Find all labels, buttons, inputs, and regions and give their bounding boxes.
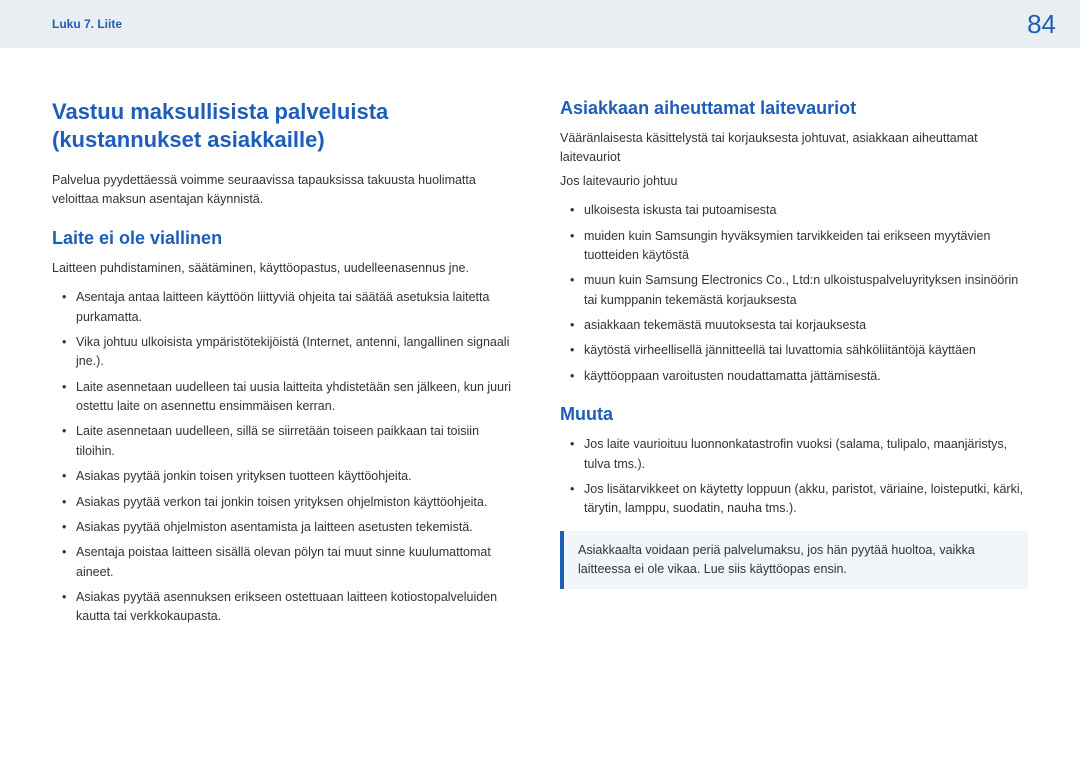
note-callout: Asiakkaalta voidaan periä palvelumaksu, … [560,531,1028,590]
section1-list: Asentaja antaa laitteen käyttöön liittyv… [52,288,520,627]
page-header: Luku 7. Liite 84 [0,0,1080,48]
list-item: Jos lisätarvikkeet on käytetty loppuun (… [574,480,1028,519]
section2-list: ulkoisesta iskusta tai putoamisesta muid… [560,201,1028,386]
section3-list: Jos laite vaurioituu luonnonkatastrofin … [560,435,1028,519]
list-item: Asentaja antaa laitteen käyttöön liittyv… [66,288,520,327]
chapter-label: Luku 7. Liite [52,17,122,31]
right-column: Asiakkaan aiheuttamat laitevauriot Väärä… [560,98,1028,633]
section1-intro: Laitteen puhdistaminen, säätäminen, käyt… [52,259,520,278]
section2-intro1: Vääränlaisesta käsittelystä tai korjauks… [560,129,1028,168]
page-content: Vastuu maksullisista palveluista (kustan… [0,48,1080,633]
intro-text: Palvelua pyydettäessä voimme seuraavissa… [52,171,520,210]
list-item: Asiakas pyytää jonkin toisen yrityksen t… [66,467,520,486]
list-item: ulkoisesta iskusta tai putoamisesta [574,201,1028,220]
section2-intro2: Jos laitevaurio johtuu [560,172,1028,191]
page-number: 84 [1027,9,1056,40]
main-heading: Vastuu maksullisista palveluista (kustan… [52,98,520,153]
list-item: Laite asennetaan uudelleen, sillä se sii… [66,422,520,461]
list-item: Laite asennetaan uudelleen tai uusia lai… [66,378,520,417]
list-item: Asiakas pyytää verkon tai jonkin toisen … [66,493,520,512]
list-item: Jos laite vaurioituu luonnonkatastrofin … [574,435,1028,474]
section2-heading: Asiakkaan aiheuttamat laitevauriot [560,98,1028,119]
section3-heading: Muuta [560,404,1028,425]
list-item: muun kuin Samsung Electronics Co., Ltd:n… [574,271,1028,310]
list-item: Asentaja poistaa laitteen sisällä olevan… [66,543,520,582]
list-item: Vika johtuu ulkoisista ympäristötekijöis… [66,333,520,372]
list-item: muiden kuin Samsungin hyväksymien tarvik… [574,227,1028,266]
list-item: Asiakas pyytää ohjelmiston asentamista j… [66,518,520,537]
section1-heading: Laite ei ole viallinen [52,228,520,249]
left-column: Vastuu maksullisista palveluista (kustan… [52,98,520,633]
list-item: Asiakas pyytää asennuksen erikseen ostet… [66,588,520,627]
list-item: käytöstä virheellisellä jännitteellä tai… [574,341,1028,360]
list-item: asiakkaan tekemästä muutoksesta tai korj… [574,316,1028,335]
list-item: käyttöoppaan varoitusten noudattamatta j… [574,367,1028,386]
